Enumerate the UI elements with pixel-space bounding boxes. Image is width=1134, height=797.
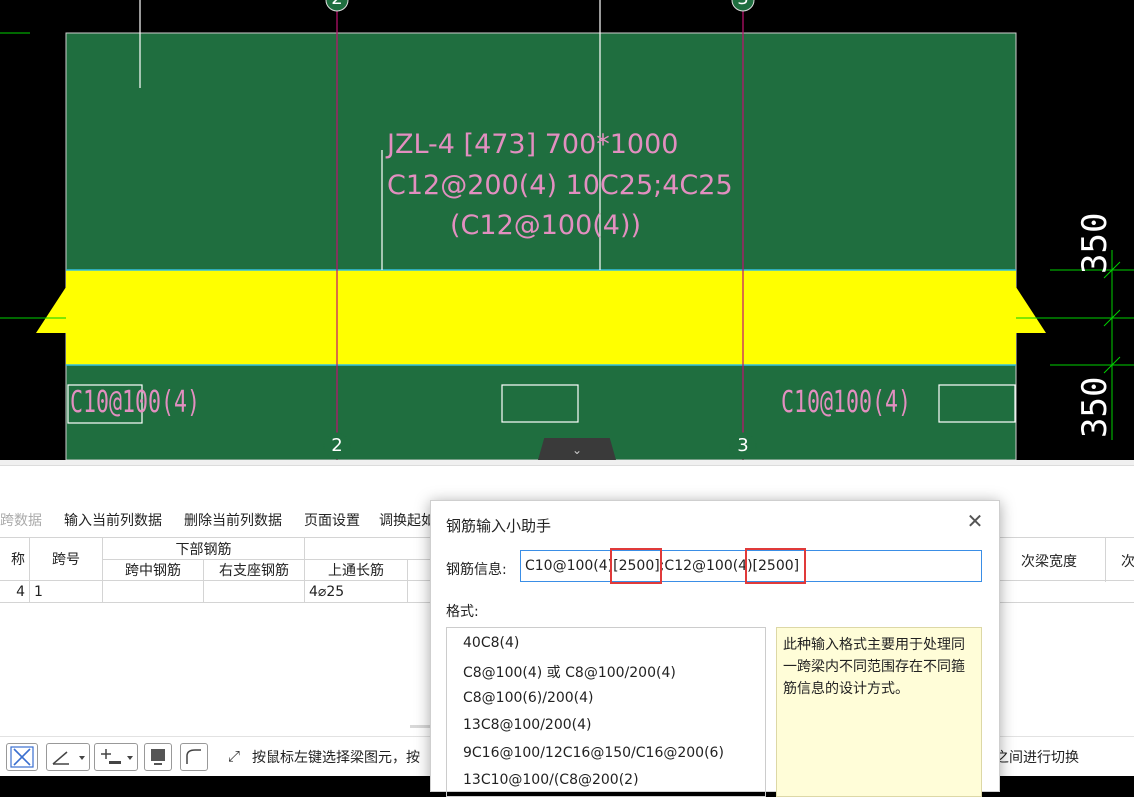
input-column-button[interactable]: 输入当前列数据	[64, 510, 162, 530]
format-label: 格式:	[446, 604, 479, 620]
beam-label-line2: C12@200(4) 10C25;4C25	[387, 170, 733, 201]
chevron-down-icon: ⌄	[571, 443, 583, 457]
beam-label-line3: (C12@100(4))	[450, 210, 642, 241]
right-stirrup-label: C10@100(4)	[781, 385, 912, 420]
left-stirrup-label: C10@100(4)	[70, 385, 201, 420]
header-right-support: 右支座钢筋	[203, 559, 305, 581]
cell-right-support[interactable]	[203, 580, 305, 603]
cell-mid[interactable]	[102, 580, 204, 603]
collapse-panel-handle[interactable]: ⌄	[538, 438, 616, 460]
axis-label-top-2: 2	[325, 0, 349, 8]
status-hint-right: 之间进行切换	[995, 750, 1079, 766]
header-secondary-block: 次梁宽度 次	[998, 537, 1134, 582]
dialog-title: 钢筋输入小助手	[446, 517, 552, 535]
dimension-lower: 350	[1075, 376, 1115, 438]
header-secondary-width: 次梁宽度	[1021, 554, 1077, 570]
list-item[interactable]: 40C8(4)	[463, 635, 519, 651]
cell-span[interactable]: 1	[29, 580, 103, 603]
header-secondary-more: 次	[1121, 554, 1134, 570]
rebar-info-label: 钢筋信息:	[446, 562, 507, 578]
expand-arrows-icon: ⤢	[228, 747, 241, 765]
header-bottom-rebar: 下部钢筋	[102, 537, 305, 560]
slab-band	[36, 270, 1046, 365]
cell-name[interactable]: 4	[0, 580, 30, 603]
format-list[interactable]: 40C8(4) C8@100(4) 或 C8@100/200(4) C8@100…	[446, 627, 766, 797]
header-span: 跨号	[29, 537, 103, 581]
dimension-upper: 350	[1075, 212, 1115, 274]
header-name: 称	[0, 537, 30, 581]
format-help-text: 此种输入格式主要用于处理同一跨梁内不同范围存在不同箍筋信息的设计方式。	[776, 627, 982, 797]
list-item[interactable]: 13C8@100/200(4)	[463, 717, 592, 733]
list-item[interactable]: 13C10@100/(C8@200(2)	[463, 772, 639, 788]
angle-dropdown-icon[interactable]	[46, 743, 90, 771]
page-setup-button[interactable]: 页面设置	[304, 510, 360, 530]
close-icon[interactable]: ✕	[965, 511, 985, 531]
swap-start-span-button[interactable]: 调换起如	[379, 510, 435, 530]
cell-top-through[interactable]: 4⌀25	[304, 580, 408, 603]
rebar-input-helper-dialog: 钢筋输入小助手 ✕ 钢筋信息: C10@100(4)[2500];C12@100…	[430, 500, 1000, 797]
list-item[interactable]: C8@100(4) 或 C8@100/200(4)	[463, 662, 676, 682]
cross-select-icon[interactable]	[6, 743, 38, 771]
axis-label-top-3: 3	[731, 0, 755, 8]
axis-label-bottom-2: 2	[331, 435, 343, 456]
arc-tool-icon[interactable]	[180, 743, 208, 771]
copy-span-button[interactable]: 跨数据	[0, 510, 42, 530]
point-add-dropdown-icon[interactable]	[94, 743, 138, 771]
highlight-second-range	[745, 548, 806, 584]
axis-label-bottom-3: 3	[737, 435, 749, 456]
header-top-through: 上通长筋	[304, 559, 408, 581]
delete-column-button[interactable]: 删除当前列数据	[184, 510, 282, 530]
display-icon[interactable]	[144, 743, 172, 771]
status-hint: 按鼠标左键选择梁图元，按	[252, 750, 420, 766]
cad-canvas[interactable]: JZL-4 [473] 700*1000 C12@200(4) 10C25;4C…	[0, 0, 1134, 460]
list-item[interactable]: 9C16@100/12C16@150/C16@200(6)	[463, 745, 724, 761]
panel-divider[interactable]	[0, 460, 1134, 466]
header-mid-rebar: 跨中钢筋	[102, 559, 204, 581]
beam-label-line1: JZL-4 [473] 700*1000	[387, 129, 679, 160]
highlight-first-range	[610, 548, 662, 584]
list-item[interactable]: C8@100(6)/200(4)	[463, 690, 594, 706]
